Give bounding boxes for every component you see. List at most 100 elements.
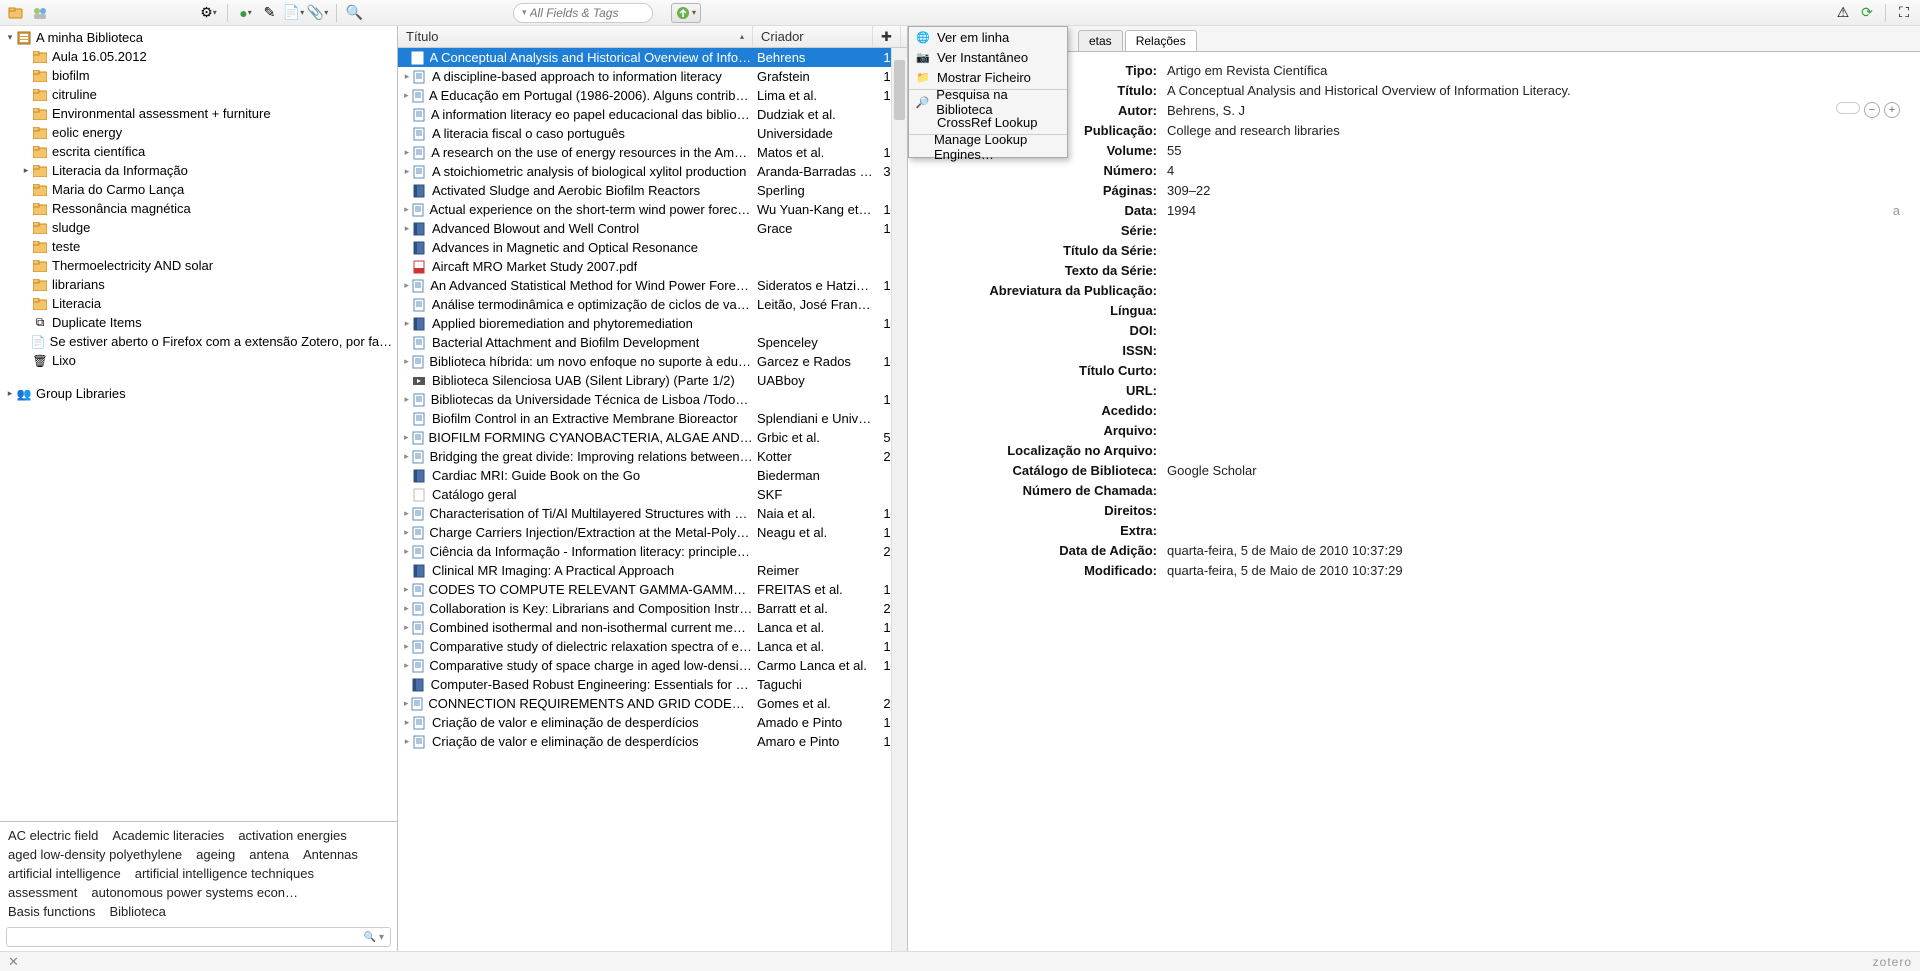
item-row[interactable]: Análise termodinâmica e optimização de c… bbox=[398, 295, 907, 314]
item-row[interactable]: ▸Comparative study of space charge in ag… bbox=[398, 656, 907, 675]
tag[interactable]: autonomous power systems econ… bbox=[91, 885, 298, 900]
item-row[interactable]: ▸Criação de valor e eliminação de desper… bbox=[398, 713, 907, 732]
item-row[interactable]: Catálogo geralSKF bbox=[398, 485, 907, 504]
item-row[interactable]: Aircaft MRO Market Study 2007.pdf bbox=[398, 257, 907, 276]
scrollbar[interactable] bbox=[891, 48, 907, 951]
item-row[interactable]: A Conceptual Analysis and Historical Ove… bbox=[398, 48, 907, 67]
item-row[interactable]: ▸Ciência da Informação - Information lit… bbox=[398, 542, 907, 561]
library-root[interactable]: ▾ A minha Biblioteca bbox=[0, 28, 397, 47]
tag[interactable]: antena bbox=[249, 847, 289, 862]
item-row[interactable]: ▸Bibliotecas da Universidade Técnica de … bbox=[398, 390, 907, 409]
item-row[interactable]: ▸A discipline-based approach to informat… bbox=[398, 67, 907, 86]
tag[interactable]: Biblioteca bbox=[109, 904, 165, 919]
item-row[interactable]: ▸Characterisation of Ti/Al Multilayered … bbox=[398, 504, 907, 523]
col-creator[interactable]: Criador bbox=[753, 26, 873, 47]
add-author-button[interactable]: + bbox=[1884, 102, 1900, 118]
collection-maria-do-carmo-lan-a[interactable]: Maria do Carmo Lança bbox=[0, 180, 397, 199]
sync-icon[interactable]: ⟳ bbox=[1857, 3, 1877, 23]
tag-filter-input[interactable]: 🔍 ▾ bbox=[6, 927, 391, 947]
item-row[interactable]: ▸Applied bioremediation and phytoremedia… bbox=[398, 314, 907, 333]
sync-warning-icon[interactable]: ⚠ bbox=[1833, 3, 1853, 23]
search-box[interactable]: ▾ bbox=[513, 3, 653, 23]
author-type-toggle[interactable] bbox=[1836, 102, 1860, 114]
item-row[interactable]: ▸Charge Carriers Injection/Extraction at… bbox=[398, 523, 907, 542]
unfiled-items[interactable]: 📄 Se estiver aberto o Firefox com a exte… bbox=[0, 332, 397, 351]
trash[interactable]: 🗑 Lixo bbox=[0, 351, 397, 370]
group-libraries[interactable]: ▸ 👥 Group Libraries bbox=[0, 384, 397, 403]
field-library-catalog[interactable]: Google Scholar bbox=[1163, 463, 1900, 478]
item-row[interactable]: ▸Collaboration is Key: Librarians and Co… bbox=[398, 599, 907, 618]
new-note-icon[interactable]: 📄▾ bbox=[284, 3, 304, 23]
new-collection-icon[interactable] bbox=[6, 3, 26, 23]
item-row[interactable]: Advances in Magnetic and Optical Resonan… bbox=[398, 238, 907, 257]
field-volume[interactable]: 55 bbox=[1163, 143, 1900, 158]
remove-author-button[interactable]: − bbox=[1864, 102, 1880, 118]
close-icon[interactable]: ✕ bbox=[8, 954, 19, 970]
field-type[interactable]: Artigo em Revista Científica bbox=[1163, 63, 1900, 78]
item-row[interactable]: ▸Actual experience on the short-term win… bbox=[398, 200, 907, 219]
tag[interactable]: assessment bbox=[8, 885, 77, 900]
item-row[interactable]: ▸A research on the use of energy resourc… bbox=[398, 143, 907, 162]
tab-etas[interactable]: etas bbox=[1078, 30, 1123, 51]
field-issue[interactable]: 4 bbox=[1163, 163, 1900, 178]
field-publication[interactable]: College and research libraries bbox=[1163, 123, 1900, 138]
item-row[interactable]: ▸Biblioteca híbrida: um novo enfoque no … bbox=[398, 352, 907, 371]
tag[interactable]: ageing bbox=[196, 847, 235, 862]
tag[interactable]: artificial intelligence bbox=[8, 866, 121, 881]
tab-relations[interactable]: Relações bbox=[1125, 30, 1197, 51]
tag[interactable]: Antennas bbox=[303, 847, 358, 862]
item-row[interactable]: Activated Sludge and Aerobic Biofilm Rea… bbox=[398, 181, 907, 200]
item-row[interactable]: Bacterial Attachment and Biofilm Develop… bbox=[398, 333, 907, 352]
collection-thermoelectricity-and-solar[interactable]: Thermoelectricity AND solar bbox=[0, 256, 397, 275]
collection-eolic-energy[interactable]: eolic energy bbox=[0, 123, 397, 142]
collection-resson-ncia-magn-tica[interactable]: Ressonância magnética bbox=[0, 199, 397, 218]
collection-teste[interactable]: teste bbox=[0, 237, 397, 256]
menu-show-file[interactable]: 📁Mostrar Ficheiro bbox=[909, 67, 1067, 87]
field-title[interactable]: A Conceptual Analysis and Historical Ove… bbox=[1163, 83, 1900, 98]
duplicate-items[interactable]: ⧉ Duplicate Items bbox=[0, 313, 397, 332]
item-row[interactable]: ▸Advanced Blowout and Well ControlGrace1 bbox=[398, 219, 907, 238]
item-row[interactable]: ▸An Advanced Statistical Method for Wind… bbox=[398, 276, 907, 295]
tag[interactable]: Academic literacies bbox=[112, 828, 224, 843]
item-row[interactable]: Computer-Based Robust Engineering: Essen… bbox=[398, 675, 907, 694]
item-row[interactable]: Cardiac MRI: Guide Book on the GoBiederm… bbox=[398, 466, 907, 485]
collection-escrita-cient-fica[interactable]: escrita científica bbox=[0, 142, 397, 161]
search-input[interactable] bbox=[530, 6, 644, 20]
collection-librarians[interactable]: librarians bbox=[0, 275, 397, 294]
menu-view-snapshot[interactable]: 📷Ver Instantâneo bbox=[909, 47, 1067, 67]
new-group-icon[interactable] bbox=[30, 3, 50, 23]
field-pages[interactable]: 309–22 bbox=[1163, 183, 1900, 198]
tag[interactable]: Basis functions bbox=[8, 904, 95, 919]
item-row[interactable]: ▸Criação de valor e eliminação de desper… bbox=[398, 732, 907, 751]
item-row[interactable]: ▸A stoichiometric analysis of biological… bbox=[398, 162, 907, 181]
item-row[interactable]: Biblioteca Silenciosa UAB (Silent Librar… bbox=[398, 371, 907, 390]
collection-biofilm[interactable]: biofilm bbox=[0, 66, 397, 85]
item-row[interactable]: ▸Bridging the great divide: Improving re… bbox=[398, 447, 907, 466]
collection-citruline[interactable]: citruline bbox=[0, 85, 397, 104]
item-row[interactable]: Clinical MR Imaging: A Practical Approac… bbox=[398, 561, 907, 580]
menu-library-lookup[interactable]: 🔎Pesquisa na Biblioteca bbox=[909, 92, 1067, 112]
collection-literacia-da-informa-o[interactable]: ▸Literacia da Informação bbox=[0, 161, 397, 180]
menu-manage-engines[interactable]: Manage Lookup Engines… bbox=[909, 137, 1067, 157]
fullscreen-icon[interactable]: ⛶ bbox=[1894, 3, 1914, 23]
item-row[interactable]: ▸BIOFILM FORMING CYANOBACTERIA, ALGAE AN… bbox=[398, 428, 907, 447]
col-title[interactable]: Título ▴ bbox=[398, 26, 753, 47]
locate-button[interactable]: ▾ bbox=[671, 3, 701, 23]
collection-environmental-assessment-furniture[interactable]: Environmental assessment + furniture bbox=[0, 104, 397, 123]
attach-icon[interactable]: 📎▾ bbox=[308, 3, 328, 23]
tag[interactable]: artificial intelligence techniques bbox=[135, 866, 314, 881]
tag[interactable]: activation energies bbox=[238, 828, 346, 843]
menu-view-online[interactable]: 🌐Ver em linha bbox=[909, 27, 1067, 47]
item-row[interactable]: ▸A Educação em Portugal (1986-2006). Alg… bbox=[398, 86, 907, 105]
tag[interactable]: AC electric field bbox=[8, 828, 98, 843]
item-row[interactable]: ▸CODES TO COMPUTE RELEVANT GAMMA-GAMMA A… bbox=[398, 580, 907, 599]
item-row[interactable]: Biofilm Control in an Extractive Membran… bbox=[398, 409, 907, 428]
collection-aula-16-05-2012[interactable]: Aula 16.05.2012 bbox=[0, 47, 397, 66]
collection-sludge[interactable]: sludge bbox=[0, 218, 397, 237]
new-item-icon[interactable]: ●▾ bbox=[236, 3, 256, 23]
col-attachments[interactable]: ✚ bbox=[873, 26, 901, 47]
field-author[interactable]: Behrens, S. J bbox=[1163, 103, 1836, 118]
item-row[interactable]: ▸Comparative study of dielectric relaxat… bbox=[398, 637, 907, 656]
add-by-id-icon[interactable]: ✎ bbox=[260, 3, 280, 23]
actions-icon[interactable]: ⚙▾ bbox=[199, 3, 219, 23]
